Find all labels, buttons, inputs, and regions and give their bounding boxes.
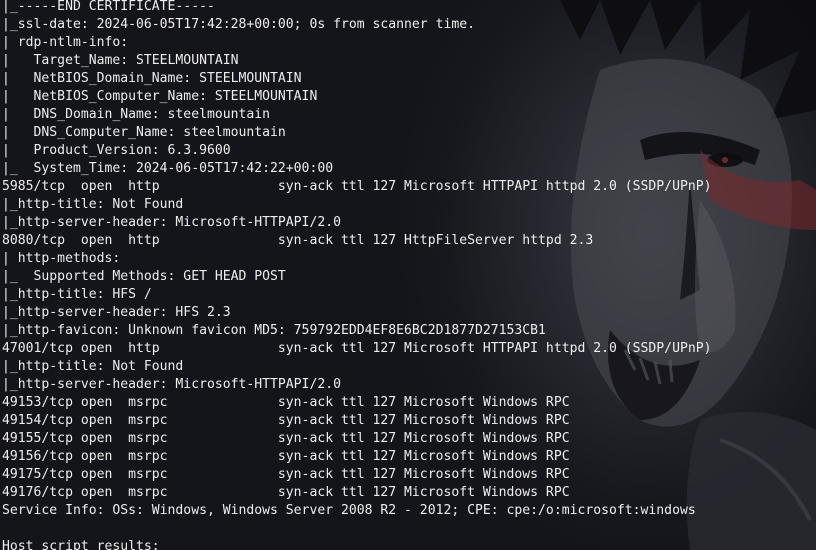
terminal-line: | DNS_Domain_Name: steelmountain (2, 107, 271, 122)
terminal-line: |_http-title: Not Found (2, 197, 184, 212)
terminal-line: Service Info: OSs: Windows, Windows Serv… (2, 503, 696, 518)
terminal-line: | DNS_Computer_Name: steelmountain (2, 125, 286, 140)
terminal-line: 49156/tcp open msrpc syn-ack ttl 127 Mic… (2, 449, 570, 464)
terminal-line: 49154/tcp open msrpc syn-ack ttl 127 Mic… (2, 413, 570, 428)
terminal-line: |_ssl-date: 2024-06-05T17:42:28+00:00; 0… (2, 17, 475, 32)
terminal-line: | Product_Version: 6.3.9600 (2, 143, 231, 158)
terminal-line: | Target_Name: STEELMOUNTAIN (2, 53, 239, 68)
terminal-line: 5985/tcp open http syn-ack ttl 127 Micro… (2, 179, 712, 194)
terminal-line: 8080/tcp open http syn-ack ttl 127 HttpF… (2, 233, 594, 248)
terminal-line: | rdp-ntlm-info: (2, 35, 129, 50)
terminal-line: |_http-server-header: HFS 2.3 (2, 305, 231, 320)
terminal-line: |_ Supported Methods: GET HEAD POST (2, 269, 286, 284)
terminal-window[interactable]: |_-----END CERTIFICATE----- |_ssl-date: 2… (0, 0, 816, 550)
terminal-line: 49153/tcp open msrpc syn-ack ttl 127 Mic… (2, 395, 570, 410)
terminal-output[interactable]: |_-----END CERTIFICATE----- |_ssl-date: 2… (2, 0, 711, 550)
terminal-line: 49175/tcp open msrpc syn-ack ttl 127 Mic… (2, 467, 570, 482)
terminal-line: | http-methods: (2, 251, 121, 266)
terminal-line: |_http-title: HFS / (2, 287, 152, 302)
terminal-line: |_http-favicon: Unknown favicon MD5: 759… (2, 323, 546, 338)
terminal-line: 49155/tcp open msrpc syn-ack ttl 127 Mic… (2, 431, 570, 446)
terminal-line: |_http-title: Not Found (2, 359, 184, 374)
terminal-line: Host script results: (2, 539, 160, 550)
terminal-line: |_-----END CERTIFICATE----- (2, 0, 215, 14)
terminal-line: 49176/tcp open msrpc syn-ack ttl 127 Mic… (2, 485, 570, 500)
terminal-line: 47001/tcp open http syn-ack ttl 127 Micr… (2, 341, 712, 356)
terminal-line: | NetBIOS_Domain_Name: STEELMOUNTAIN (2, 71, 302, 86)
terminal-line: |_http-server-header: Microsoft-HTTPAPI/… (2, 377, 341, 392)
terminal-line: |_ System_Time: 2024-06-05T17:42:22+00:0… (2, 161, 334, 176)
terminal-line: | NetBIOS_Computer_Name: STEELMOUNTAIN (2, 89, 318, 104)
terminal-line: |_http-server-header: Microsoft-HTTPAPI/… (2, 215, 341, 230)
